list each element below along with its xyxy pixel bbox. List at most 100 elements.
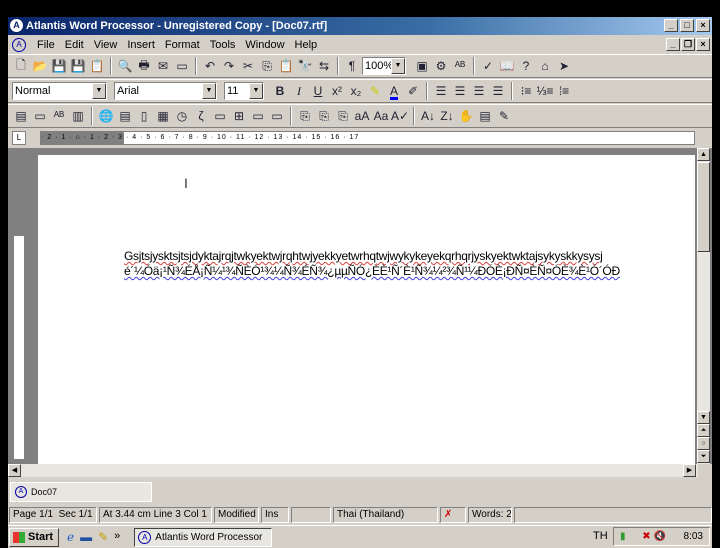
menu-help[interactable]: Help <box>290 39 323 51</box>
save-as-icon[interactable]: 💾 <box>69 56 87 76</box>
superscript-icon[interactable]: x² <box>328 81 346 101</box>
font-select[interactable]: Arial ▼ <box>114 82 217 100</box>
templates-icon[interactable]: 📋 <box>88 56 106 76</box>
doc-tab[interactable]: A Doc07 <box>10 482 152 502</box>
font-color-icon[interactable]: A <box>385 81 403 101</box>
spell-icon[interactable]: ᴬᴮ <box>451 56 469 76</box>
browse-object-icon[interactable]: ○ <box>697 437 710 450</box>
menu-view[interactable]: View <box>89 39 123 51</box>
pencil-icon[interactable]: ✎ <box>495 106 513 126</box>
save-icon[interactable]: 💾 <box>50 56 68 76</box>
insert-table-icon[interactable]: ⊞ <box>230 106 248 126</box>
close-button[interactable]: × <box>696 19 710 32</box>
superscript-ab-icon[interactable]: ᴬᴮ <box>50 106 68 126</box>
insert-field-icon[interactable]: ▤ <box>116 106 134 126</box>
font-size-select[interactable]: 11 ▼ <box>224 82 264 100</box>
document-line[interactable]: Gsjtsjysktsjtsjdyktajrqjtwkyektwjrqhtwjy… <box>124 249 603 263</box>
menu-format[interactable]: Format <box>160 39 205 51</box>
desktop-icon[interactable]: ▬ <box>80 530 92 544</box>
help-icon[interactable]: ? <box>517 56 535 76</box>
sort-asc-icon[interactable]: A↓ <box>419 106 437 126</box>
scroll-thumb[interactable] <box>697 162 710 252</box>
pencil-icon[interactable]: ✎ <box>98 530 108 544</box>
web-icon[interactable]: 🌐 <box>97 106 115 126</box>
symbol-icon[interactable]: ζ <box>192 106 210 126</box>
spellcheck-off-icon[interactable]: ✗ <box>440 507 466 523</box>
status-ins[interactable]: Ins <box>261 507 289 523</box>
undo-icon[interactable]: ↶ <box>201 56 219 76</box>
language-indicator[interactable]: TH <box>593 530 608 542</box>
safely-remove-icon[interactable]: ▮ <box>620 531 626 542</box>
paste-icon[interactable]: 📋 <box>277 56 295 76</box>
columns-icon[interactable]: ▥ <box>69 106 87 126</box>
copy-icon[interactable]: ⎘ <box>258 56 276 76</box>
copy-format-icon[interactable]: ⎘ <box>296 106 314 126</box>
menu-file[interactable]: File <box>32 39 60 51</box>
doc-close-button[interactable]: × <box>696 38 710 51</box>
cell-props-icon[interactable]: ▭ <box>249 106 267 126</box>
numbering-icon[interactable]: ⅓≡ <box>536 81 554 101</box>
justify-icon[interactable]: ☰ <box>489 81 507 101</box>
scroll-up-icon[interactable]: ▲ <box>697 148 710 161</box>
outline-icon[interactable]: ⁞≡ <box>555 81 573 101</box>
format-clear-icon[interactable]: ⎘ <box>334 106 352 126</box>
insert-object-icon[interactable]: ▭ <box>211 106 229 126</box>
menu-insert[interactable]: Insert <box>122 39 160 51</box>
prev-page-icon[interactable]: ⏶ <box>697 424 710 437</box>
spell-check-icon[interactable]: ✓ <box>479 56 497 76</box>
start-button[interactable]: Start <box>9 527 59 547</box>
print-icon[interactable]: 🖶 <box>135 56 153 76</box>
italic-button[interactable]: I <box>290 81 308 101</box>
replace-icon[interactable]: ⇆ <box>315 56 333 76</box>
subscript-icon[interactable]: x₂ <box>347 81 365 101</box>
full-screen-icon[interactable]: ▣ <box>413 56 431 76</box>
next-page-icon[interactable]: ⏷ <box>697 450 710 463</box>
home-icon[interactable]: ⌂ <box>536 56 554 76</box>
highlight-icon[interactable]: ✎ <box>366 81 384 101</box>
chevron-down-icon[interactable]: ▼ <box>92 83 106 99</box>
document-line[interactable]: é´¼Óä¡¹Ñ¾ÉÅ¡Ñ¼¹¾ÑÈÓ¹¾¼Ñ¾ÉÑ¾¿µµÑÓ¿ÈÈ¹Ñ´È¹… <box>124 264 620 278</box>
volume-muted-icon[interactable]: 🔇 <box>653 531 665 542</box>
horizontal-scrollbar[interactable]: ◀ ▶ <box>8 464 698 477</box>
minimize-button[interactable]: _ <box>664 19 678 32</box>
task-atlantis[interactable]: A Atlantis Word Processor <box>134 527 273 547</box>
menu-edit[interactable]: Edit <box>60 39 89 51</box>
status-language[interactable]: Thai (Thailand) <box>333 507 438 523</box>
open-icon[interactable]: 📂 <box>31 56 49 76</box>
doc-minimize-button[interactable]: _ <box>666 38 680 51</box>
menu-window[interactable]: Window <box>240 39 289 51</box>
chevron-down-icon[interactable]: ▼ <box>202 83 216 99</box>
scroll-left-icon[interactable]: ◀ <box>8 464 21 477</box>
doc-control-icon[interactable]: A <box>12 37 26 52</box>
autotext-icon[interactable]: ▤ <box>12 106 30 126</box>
horizontal-ruler[interactable]: L · 2 · 1 · ⌂ · 1 · 2 · 3 · 4 · 5 · 6 · … <box>8 128 712 148</box>
menu-tools[interactable]: Tools <box>205 39 241 51</box>
change-case-down-icon[interactable]: Aa <box>372 106 390 126</box>
options-icon[interactable]: ⚙ <box>432 56 450 76</box>
chevron-down-icon[interactable]: ▼ <box>391 58 405 74</box>
email-icon[interactable]: ✉ <box>154 56 172 76</box>
zoom-select[interactable]: 100% ▼ <box>362 57 406 75</box>
paste-format-icon[interactable]: ⎘ <box>315 106 333 126</box>
bullets-icon[interactable]: ⁝≡ <box>517 81 535 101</box>
sort-desc-icon[interactable]: Z↓ <box>438 106 456 126</box>
insert-page-icon[interactable]: ▯ <box>135 106 153 126</box>
ie-icon[interactable]: ℯ <box>67 530 74 544</box>
doc-restore-button[interactable]: ❐ <box>681 38 695 51</box>
underline-button[interactable]: U <box>309 81 327 101</box>
bookmark-icon[interactable]: ➤ <box>555 56 573 76</box>
scroll-right-icon[interactable]: ▶ <box>683 464 696 477</box>
grab-icon[interactable]: ✋ <box>457 106 475 126</box>
clock[interactable]: 8:03 <box>684 528 703 545</box>
network-disconnected-icon[interactable]: ✖ <box>642 531 650 542</box>
bold-button[interactable]: B <box>271 81 289 101</box>
insert-time-icon[interactable]: ◷ <box>173 106 191 126</box>
style-select[interactable]: Normal ▼ <box>12 82 107 100</box>
scroll-down-icon[interactable]: ▼ <box>697 411 710 424</box>
align-center-icon[interactable]: ☰ <box>451 81 469 101</box>
change-case-up-icon[interactable]: aA <box>353 106 371 126</box>
redo-icon[interactable]: ↷ <box>220 56 238 76</box>
thesaurus-icon[interactable]: 📖 <box>498 56 516 76</box>
paragraph-marks-icon[interactable]: ¶ <box>343 56 361 76</box>
table-icon[interactable]: ▭ <box>268 106 286 126</box>
